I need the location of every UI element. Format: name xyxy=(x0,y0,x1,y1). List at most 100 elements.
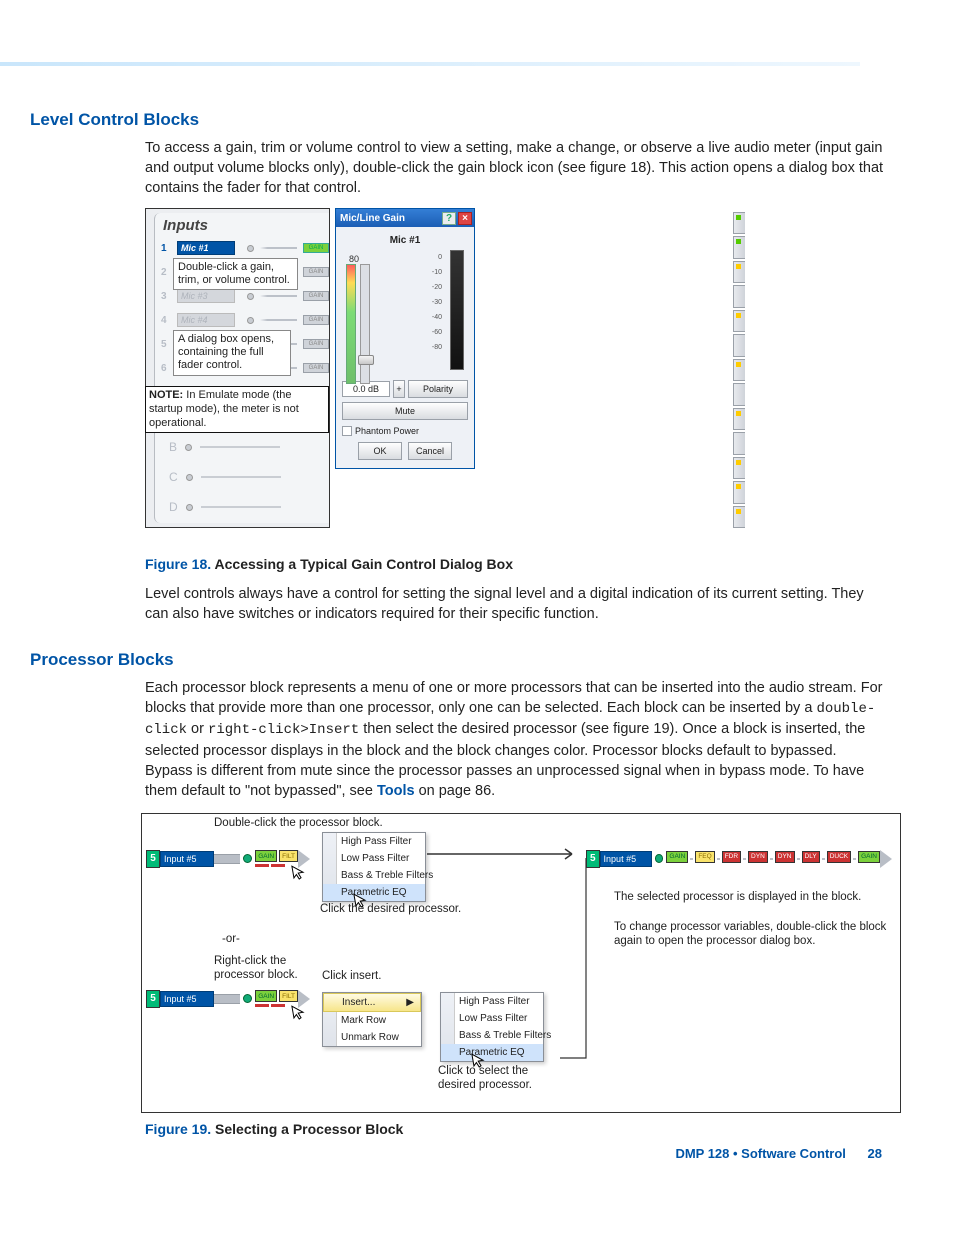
close-button[interactable]: × xyxy=(458,212,472,225)
heading-level-control-blocks: Level Control Blocks xyxy=(30,110,885,130)
cursor-icon-2 xyxy=(353,891,370,909)
cursor-icon-1 xyxy=(291,863,308,881)
help-button[interactable]: ? xyxy=(442,212,456,225)
menu-item[interactable]: Low Pass Filter xyxy=(323,850,425,867)
channel-strip-bottom-left: 5 Input #5 GAINFILT xyxy=(146,990,310,1008)
menu-item[interactable]: High Pass Filter xyxy=(441,993,543,1010)
lbl-click-insert: Click insert. xyxy=(322,969,381,983)
scale-ticks: 0-10-20-30-40-60-80 xyxy=(376,250,444,376)
fader-knob[interactable] xyxy=(358,355,374,365)
footer-page: 28 xyxy=(868,1146,882,1161)
context-menu-item[interactable]: Unmark Row xyxy=(323,1029,421,1046)
heading-processor-blocks: Processor Blocks xyxy=(30,650,885,670)
gain-block-2[interactable]: GAIN xyxy=(255,990,277,1002)
lbl-selected-disp: The selected processor is displayed in t… xyxy=(614,890,882,904)
paragraph-processor-blocks: Each processor block represents a menu o… xyxy=(145,678,885,801)
filter-block[interactable]: FILT xyxy=(279,850,298,862)
channel-label[interactable]: Input #5 xyxy=(160,851,214,867)
processor-block[interactable]: FDR xyxy=(722,851,741,863)
processor-block[interactable]: GAIN xyxy=(666,851,688,863)
processor-block[interactable]: GAIN xyxy=(858,851,880,863)
gain-knob-2[interactable] xyxy=(243,994,252,1003)
processor-block[interactable]: FEQ xyxy=(695,851,714,863)
note-box: NOTE: In Emulate mode (the startup mode)… xyxy=(145,386,329,433)
arrow-right xyxy=(427,846,582,862)
menu-item[interactable]: Low Pass Filter xyxy=(441,1010,543,1027)
spin-button[interactable]: + xyxy=(393,380,405,398)
main-content: Level Control Blocks To access a gain, t… xyxy=(145,110,885,1137)
callout-dialog-opens: A dialog box opens, containing the full … xyxy=(173,330,291,376)
menu-item[interactable]: Bass & Treble Filters xyxy=(323,867,425,884)
dialog-body: Mic #1 80 -18 0-10-20-30-40-60-80 xyxy=(336,227,474,468)
letter-d: D xyxy=(169,500,178,514)
channel-label-r[interactable]: Input #5 xyxy=(600,851,652,867)
phantom-checkbox[interactable] xyxy=(342,426,352,436)
context-menu[interactable]: Insert...▶Mark RowUnmark Row xyxy=(322,992,422,1047)
lbl-change-vars: To change processor variables, double-cl… xyxy=(614,920,892,949)
dialog-subtitle: Mic #1 xyxy=(342,235,468,246)
polarity-button[interactable]: Polarity xyxy=(408,380,468,398)
filter-submenu[interactable]: High Pass FilterLow Pass FilterBass & Tr… xyxy=(440,992,544,1062)
dialog-titlebar[interactable]: Mic/Line Gain ? × xyxy=(336,209,474,227)
processor-block[interactable]: DUCK xyxy=(827,851,851,863)
top-gradient-bar xyxy=(0,62,860,66)
menu-item[interactable]: High Pass Filter xyxy=(323,833,425,850)
context-menu-item[interactable]: Mark Row xyxy=(323,1012,421,1029)
pb-text-b: or xyxy=(187,721,208,737)
filter-menu-top[interactable]: High Pass FilterLow Pass FilterBass & Tr… xyxy=(322,832,426,902)
input-row[interactable]: 1Mic #1GAIN xyxy=(155,236,329,260)
processor-block[interactable]: DLY xyxy=(802,851,820,863)
fig18-txt: Accessing a Typical Gain Control Dialog … xyxy=(211,556,513,572)
figure-18: Inputs 1Mic #1GAIN2Mic #2GAIN3Mic #3GAIN… xyxy=(145,208,745,548)
input-row[interactable]: 4Mic #4GAIN xyxy=(155,308,329,332)
lbl-or: -or- xyxy=(222,932,240,946)
figure-18-caption: Figure 18. Accessing a Typical Gain Cont… xyxy=(145,556,885,572)
channel-label-2[interactable]: Input #5 xyxy=(160,991,214,1007)
pb-mono2: right-click>Insert xyxy=(208,722,359,738)
channel-strip-top-left: 5 Input #5 GAINFILT xyxy=(146,850,310,868)
pb-text-d: on page 86. xyxy=(415,783,496,799)
lbl-click-select: Click to select the desired processor. xyxy=(438,1064,558,1093)
channel-num: 5 xyxy=(146,850,160,868)
note-label: NOTE: xyxy=(149,389,183,401)
letter-b: B xyxy=(169,440,177,454)
ok-button[interactable]: OK xyxy=(358,442,402,460)
large-meter xyxy=(450,250,464,370)
meter-top-num: 80 xyxy=(349,250,367,264)
channel-strip-right: 5 Input #5 GAINFEQFDRDYNDYNDLYDUCKGAIN xyxy=(586,850,892,868)
phantom-label: Phantom Power xyxy=(355,426,419,436)
tools-link[interactable]: Tools xyxy=(377,783,415,799)
fig19-num: Figure 19. xyxy=(145,1121,211,1137)
gain-knob-r[interactable] xyxy=(655,854,664,863)
processor-block[interactable]: DYN xyxy=(748,851,768,863)
gain-block[interactable]: GAIN xyxy=(255,850,277,862)
pb-text-a: Each processor block represents a menu o… xyxy=(145,680,882,716)
page-footer: DMP 128 • Software Control 28 xyxy=(675,1146,882,1161)
menu-item[interactable]: Parametric EQ xyxy=(441,1044,543,1061)
menu-item[interactable]: Parametric EQ xyxy=(323,884,425,901)
paragraph-after-fig18: Level controls always have a control for… xyxy=(145,584,885,624)
vertical-strips xyxy=(733,212,745,528)
level-meter xyxy=(346,264,356,384)
gain-dialog: Mic/Line Gain ? × Mic #1 80 xyxy=(335,208,475,469)
fig18-num: Figure 18. xyxy=(145,556,211,572)
fader-slider[interactable] xyxy=(360,264,370,384)
meter-area: 80 -18 0-10-20-30-40-60-80 xyxy=(342,250,468,376)
paragraph-lcb-intro: To access a gain, trim or volume control… xyxy=(145,138,885,198)
letter-c: C xyxy=(169,470,178,484)
arrow-back xyxy=(560,858,590,1068)
menu-item[interactable]: Bass & Treble Filters xyxy=(441,1027,543,1044)
processor-block[interactable]: DYN xyxy=(775,851,795,863)
virtual-return-c: C xyxy=(169,470,281,484)
cursor-icon-4 xyxy=(471,1051,488,1069)
lbl-right-click: Right-click the processor block. xyxy=(214,954,324,983)
filter-block-2[interactable]: FILT xyxy=(279,990,298,1002)
inputs-header: Inputs xyxy=(155,213,329,236)
gain-knob[interactable] xyxy=(243,854,252,863)
fig19-txt: Selecting a Processor Block xyxy=(211,1121,403,1137)
mute-button[interactable]: Mute xyxy=(342,402,468,420)
figure-19-caption: Figure 19. Selecting a Processor Block xyxy=(145,1121,885,1137)
cancel-button[interactable]: Cancel xyxy=(408,442,452,460)
lbl-click-desired: Click the desired processor. xyxy=(320,902,461,916)
context-menu-item[interactable]: Insert...▶ xyxy=(323,993,421,1012)
